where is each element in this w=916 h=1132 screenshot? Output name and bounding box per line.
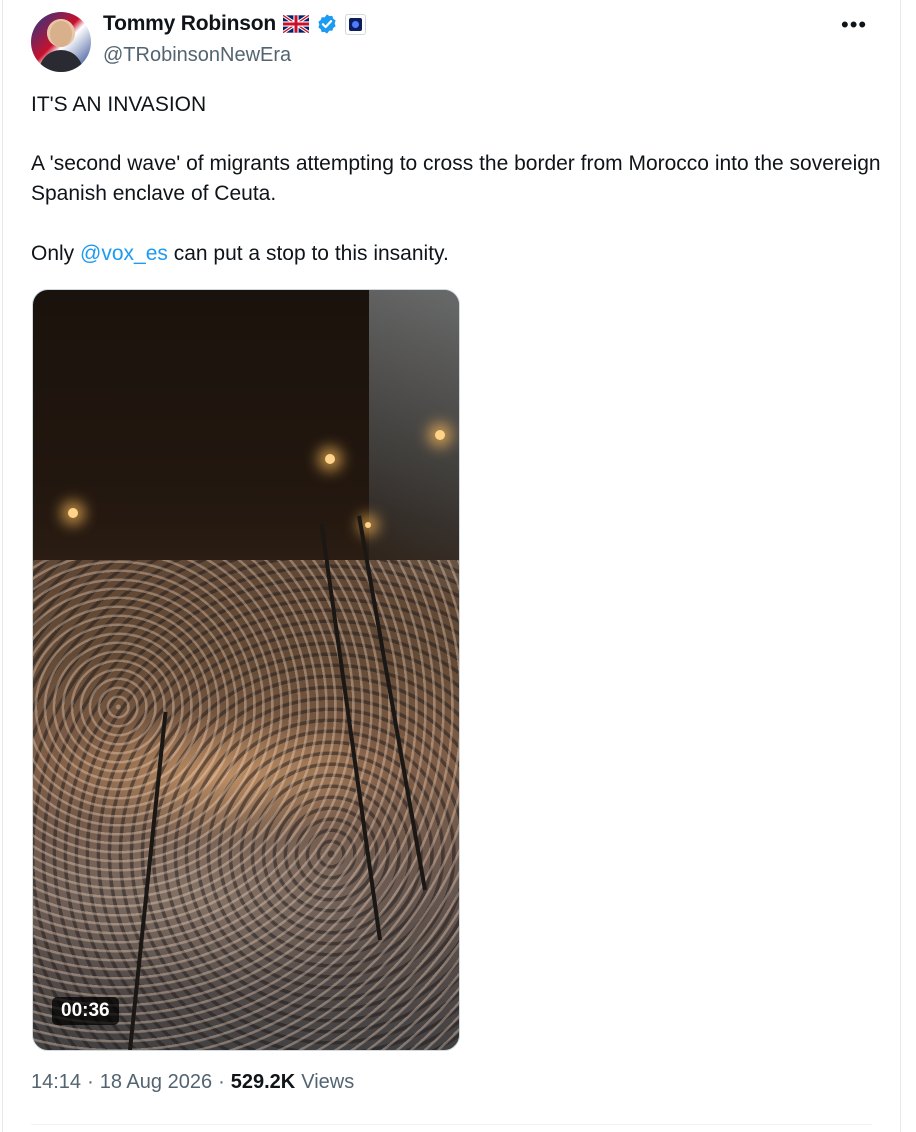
tweet-text-line-1: IT'S AN INVASION (31, 93, 207, 116)
views-count[interactable]: 529.2K (231, 1071, 296, 1094)
street-lamp (365, 522, 371, 528)
tweet-card: Tommy Robinson @TRobinsonNewEra ••• IT'S… (2, 0, 901, 1132)
views-label: Views (301, 1071, 355, 1093)
tweet-meta: 14:14 · 18 Aug 2026 · 529.2K Views (31, 1071, 354, 1094)
tweet-text-line-2: A 'second wave' of migrants attempting t… (31, 152, 881, 205)
meta-separator: · (218, 1071, 225, 1093)
tweet-date[interactable]: 18 Aug 2026 (100, 1071, 212, 1094)
text-prefix: Only (31, 242, 81, 265)
verified-badge-icon[interactable] (316, 13, 338, 35)
video-crowd (33, 560, 459, 1050)
meta-separator: · (87, 1071, 94, 1093)
avatar-head (50, 21, 72, 47)
author-row: Tommy Robinson (103, 12, 366, 36)
avatar-shirt (39, 50, 83, 72)
union-jack-flag-icon (282, 15, 309, 33)
author-handle[interactable]: @TRobinsonNewEra (103, 44, 291, 67)
affiliate-badge-icon[interactable] (344, 13, 366, 35)
avatar[interactable] (31, 12, 91, 72)
video-duration-badge: 00:36 (52, 997, 119, 1025)
divider (31, 1124, 872, 1125)
author-name[interactable]: Tommy Robinson (103, 12, 276, 36)
video-player[interactable]: 00:36 (32, 289, 460, 1051)
mention-link[interactable]: @vox_es (80, 242, 168, 265)
more-options-icon[interactable]: ••• (841, 12, 867, 38)
text-suffix: can put a stop to this insanity. (167, 242, 449, 265)
street-lamp (435, 430, 445, 440)
street-lamp (68, 508, 78, 518)
tweet-text-line-3: Only @vox_es can put a stop to this insa… (31, 239, 449, 269)
street-lamp (325, 454, 335, 464)
tweet-time[interactable]: 14:14 (31, 1071, 81, 1094)
video-background-sky (369, 290, 459, 590)
